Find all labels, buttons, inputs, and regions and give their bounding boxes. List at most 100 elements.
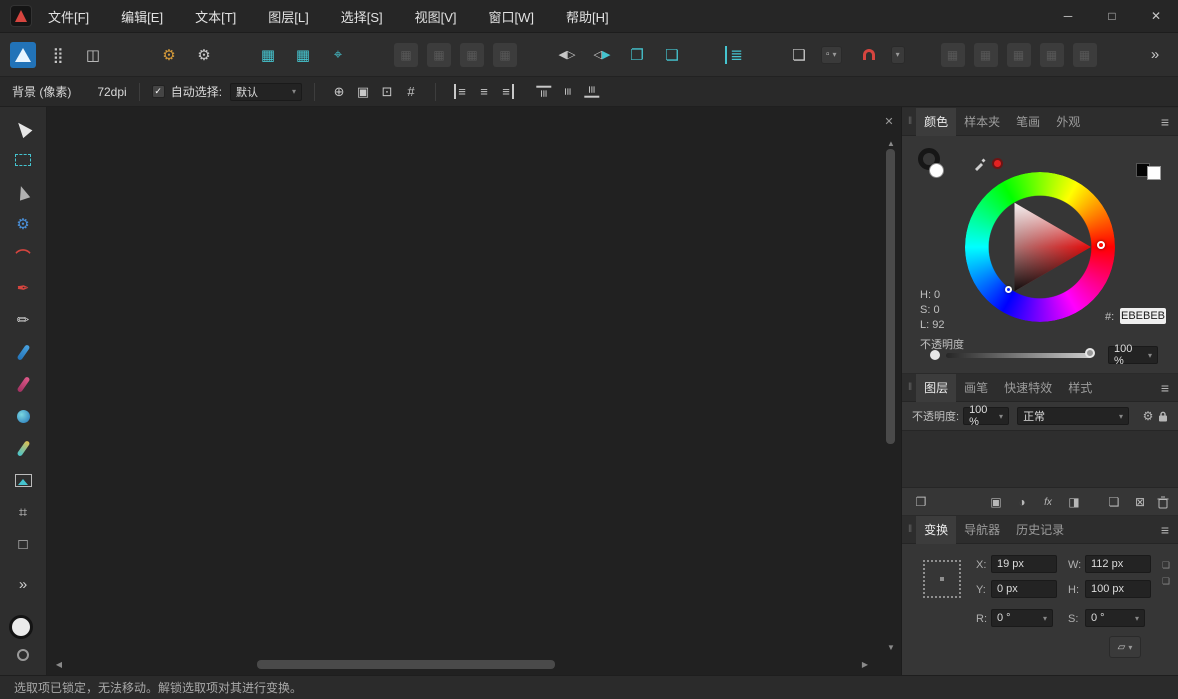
lock-icon[interactable]	[1157, 410, 1169, 423]
menu-text[interactable]: 文本[T]	[193, 1, 238, 32]
vector-brush-tool[interactable]	[10, 339, 36, 365]
tab-styles[interactable]: 样式	[1060, 374, 1100, 402]
menu-edit[interactable]: 编辑[E]	[119, 1, 165, 32]
tab-layers[interactable]: 图层	[916, 374, 956, 402]
panel-menu-icon[interactable]: ≡	[1155, 114, 1175, 130]
adjustment-icon[interactable]: ◑	[1013, 493, 1031, 511]
rotate-cw-icon[interactable]: ❏	[659, 42, 685, 68]
panel-menu-icon[interactable]: ≡	[1155, 380, 1175, 396]
flip-vertical-icon[interactable]: ◁▶	[589, 42, 615, 68]
white-swatch[interactable]	[1147, 166, 1161, 180]
noise-toggle-icon[interactable]	[930, 350, 940, 360]
color-well[interactable]	[7, 615, 41, 661]
menu-view[interactable]: 视图[V]	[413, 1, 459, 32]
vertical-scrollbar[interactable]	[886, 149, 895, 444]
rotate-ccw-icon[interactable]: ❐	[624, 42, 650, 68]
order-icon[interactable]: ❏	[786, 42, 812, 68]
tab-color[interactable]: 颜色	[916, 108, 956, 136]
align-left-icon[interactable]: ≡	[448, 80, 472, 104]
opacity-dropdown[interactable]: 100 %▾	[1108, 346, 1158, 364]
collapsed-panel-strip[interactable]: ❏❏	[1158, 560, 1174, 587]
align-bottom-icon[interactable]: ≡	[580, 80, 604, 104]
minimize-button[interactable]: ─	[1046, 0, 1090, 33]
snap-target-icon[interactable]: ⌖	[325, 42, 351, 68]
mask-layer-icon[interactable]: ◨	[1065, 493, 1083, 511]
tab-navigator[interactable]: 导航器	[956, 516, 1008, 544]
gear-icon[interactable]: ⚙	[156, 42, 182, 68]
panel-grip[interactable]: ‖	[908, 116, 912, 127]
x-input[interactable]: 19 px	[991, 555, 1057, 573]
cycle-selection-box-icon[interactable]: ⊡	[375, 80, 399, 104]
layers-list[interactable]	[902, 430, 1178, 488]
point-transform-tool[interactable]: ⚙	[10, 211, 36, 237]
opacity-slider-thumb[interactable]	[1085, 348, 1095, 358]
transform-origin-icon[interactable]: ⊕	[327, 80, 351, 104]
align-top-icon[interactable]: ≡	[532, 80, 556, 104]
pixel-grid-icon[interactable]: #	[399, 80, 423, 104]
blend-mode-dropdown[interactable]: 正常▾	[1017, 407, 1129, 425]
color-wheel[interactable]	[965, 172, 1115, 322]
maximize-button[interactable]: □	[1090, 0, 1134, 33]
menu-layer[interactable]: 图层[L]	[266, 1, 310, 32]
autoselect-dropdown[interactable]: 默认▾	[230, 83, 302, 101]
align-center-icon[interactable]: ≡	[472, 80, 496, 104]
tab-history[interactable]: 历史记录	[1008, 516, 1072, 544]
canvas[interactable]: ✕ ▲ ▼ ◀ ▶	[47, 107, 901, 675]
fill-tool[interactable]	[10, 403, 36, 429]
scroll-left-button[interactable]: ◀	[53, 658, 65, 670]
rasterize-icon[interactable]: ⊠	[1131, 493, 1149, 511]
layers-opacity-dropdown[interactable]: 100 %▾	[963, 407, 1009, 425]
bw-swatch[interactable]	[1136, 163, 1164, 181]
horizontal-scrollbar[interactable]	[257, 660, 555, 669]
close-view-button[interactable]: ✕	[881, 113, 897, 129]
show-bounds-icon[interactable]: ▣	[351, 80, 375, 104]
grid-options-icon[interactable]: ▦	[290, 42, 316, 68]
pixel-persona-button[interactable]: ⣿	[45, 42, 71, 68]
designer-persona-button[interactable]	[10, 42, 36, 68]
tab-quick-fx[interactable]: 快速特效	[996, 374, 1060, 402]
move-tool[interactable]	[10, 115, 36, 141]
tab-swatches[interactable]: 样本夹	[956, 108, 1008, 136]
duplicate-layer-icon[interactable]: ❐	[912, 493, 930, 511]
vector-crop-tool[interactable]: ⌗	[10, 499, 36, 525]
node-tool[interactable]	[10, 179, 36, 205]
align-middle-icon[interactable]: ≡	[556, 80, 580, 104]
autoselect-checkbox[interactable]: ✓	[152, 85, 165, 98]
menu-file[interactable]: 文件[F]	[46, 1, 91, 32]
picked-color-dot[interactable]	[992, 158, 1003, 169]
new-layer-icon[interactable]: ❏	[1105, 493, 1123, 511]
menu-window[interactable]: 窗口[W]	[487, 1, 537, 32]
panel-menu-icon[interactable]: ≡	[1155, 522, 1175, 538]
fill-ball-icon[interactable]	[929, 163, 944, 178]
more-tools-button[interactable]: »	[10, 571, 36, 597]
delete-layer-icon[interactable]	[1157, 496, 1169, 509]
alignment-icon[interactable]: ≣	[721, 42, 747, 68]
menu-help[interactable]: 帮助[H]	[564, 1, 611, 32]
toolbar-overflow-button[interactable]: »	[1142, 42, 1168, 68]
tab-appearance[interactable]: 外观	[1048, 108, 1088, 136]
fill-stroke-selector[interactable]	[918, 148, 956, 184]
fill-layer-icon[interactable]: ▣	[987, 493, 1005, 511]
contour-tool[interactable]: ⌒	[10, 243, 36, 269]
anchor-point-selector[interactable]	[923, 560, 961, 598]
blend-options-gear-icon[interactable]: ⚙	[1139, 407, 1157, 425]
scroll-right-button[interactable]: ▶	[859, 658, 871, 670]
snapping-dropdown[interactable]: ▾	[891, 46, 905, 64]
pencil-tool[interactable]: ✏	[10, 307, 36, 333]
hue-marker[interactable]	[1097, 241, 1105, 249]
snapping-magnet-icon[interactable]	[856, 42, 882, 68]
tab-stroke[interactable]: 笔画	[1008, 108, 1048, 136]
pen-tool[interactable]: ✒	[10, 275, 36, 301]
shear-dropdown[interactable]: 0 °▾	[1085, 609, 1145, 627]
h-input[interactable]: 100 px	[1085, 580, 1151, 598]
gear-settings-icon[interactable]: ⚙	[191, 42, 217, 68]
saturation-marker[interactable]	[1005, 286, 1012, 293]
transparency-tool[interactable]	[10, 435, 36, 461]
layer-effects-icon[interactable]: fx	[1039, 493, 1057, 511]
close-button[interactable]: ✕	[1134, 0, 1178, 33]
w-input[interactable]: 112 px	[1085, 555, 1151, 573]
grid-toggle-icon[interactable]: ▦	[255, 42, 281, 68]
y-input[interactable]: 0 px	[991, 580, 1057, 598]
artboard-tool[interactable]	[10, 147, 36, 173]
eyedropper-icon[interactable]	[972, 156, 988, 172]
